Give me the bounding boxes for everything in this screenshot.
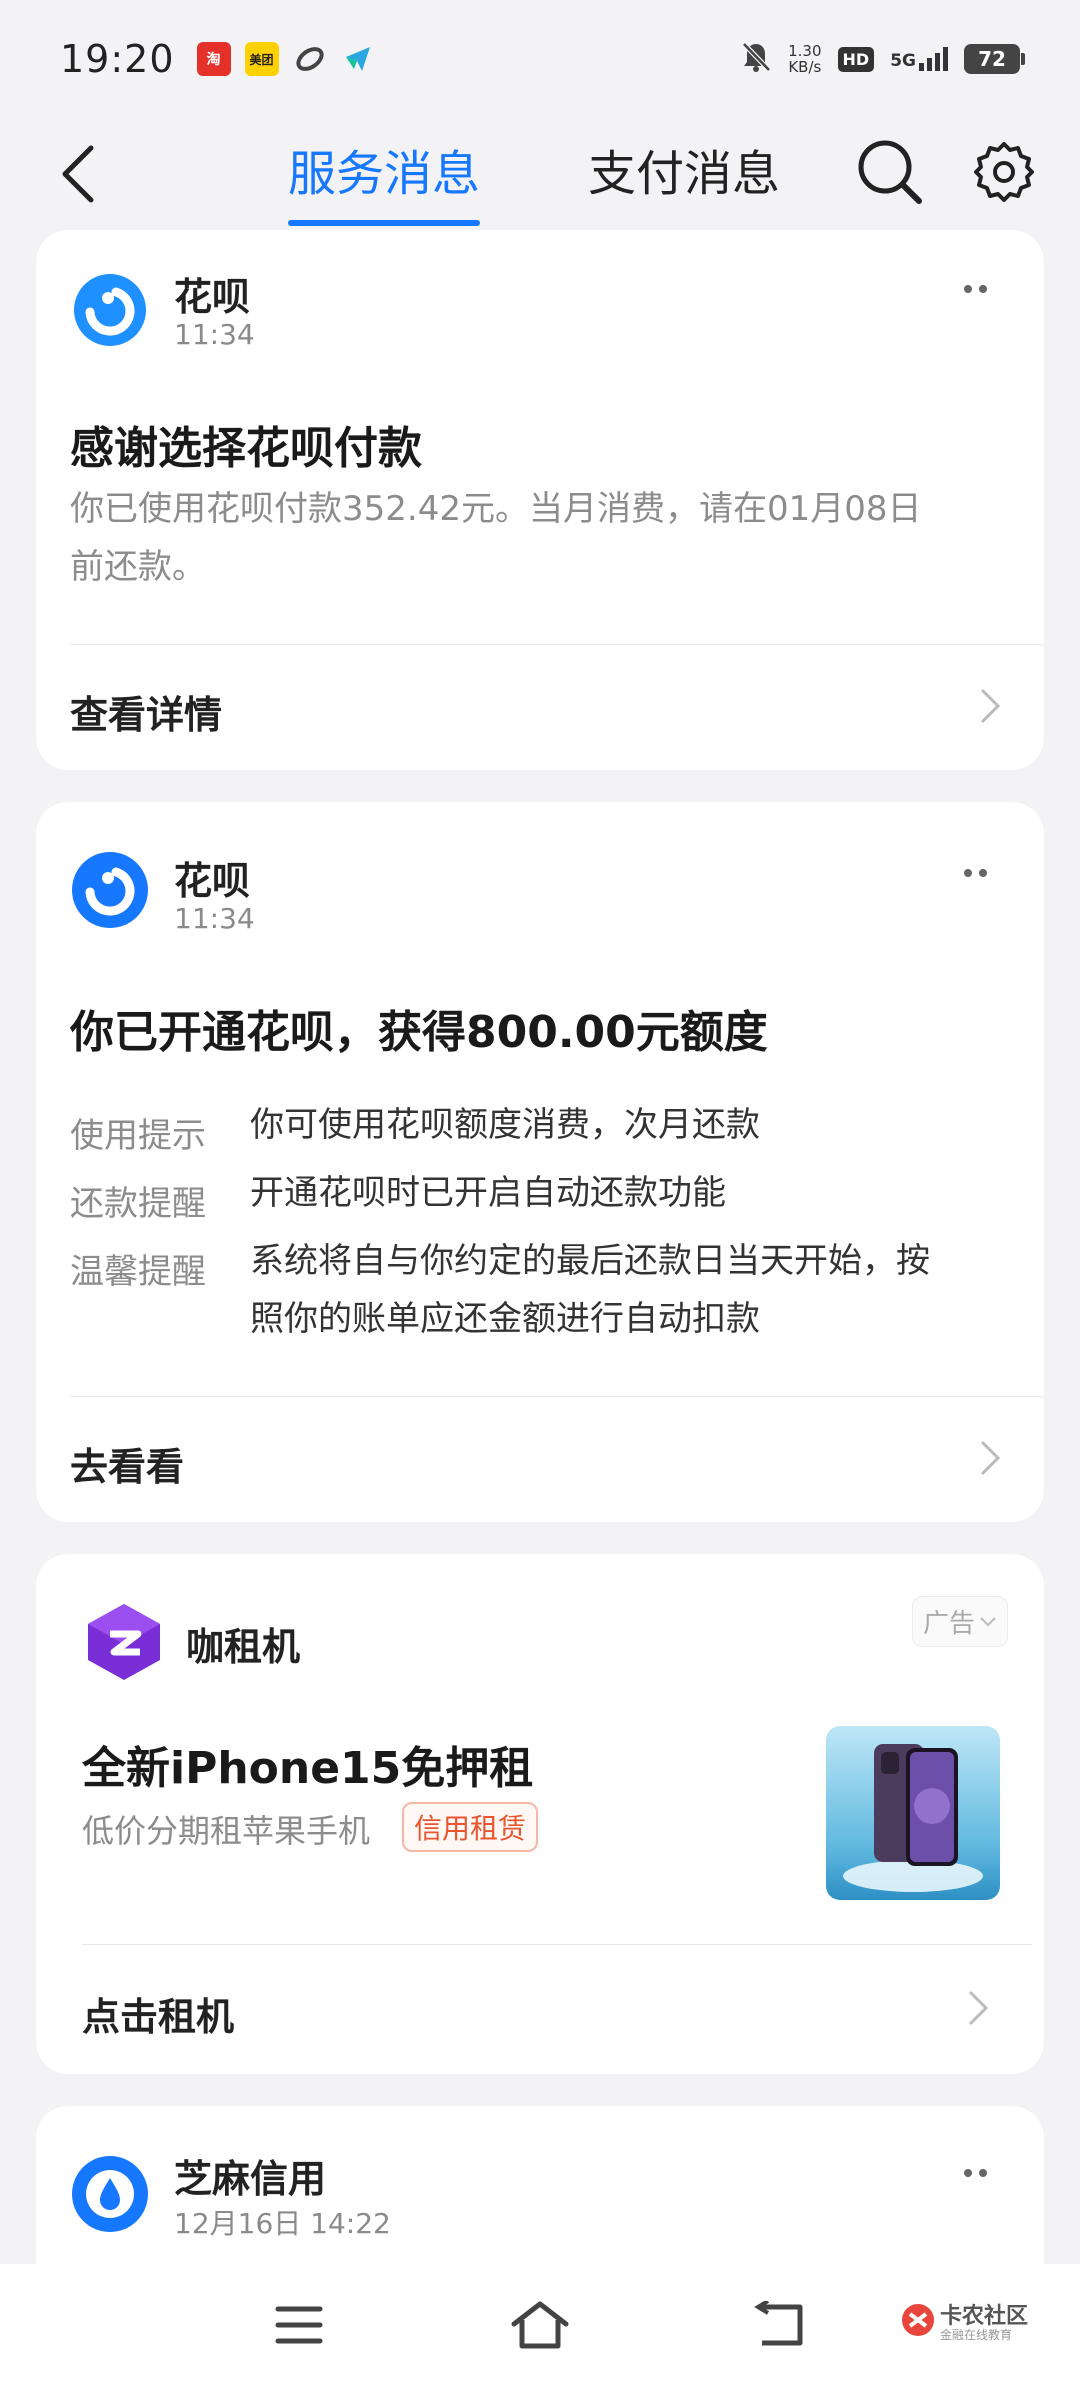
menu-button[interactable] (264, 2290, 334, 2360)
message-time: 12月16日 14:22 (174, 2207, 391, 2240)
hd-badge: HD (837, 46, 875, 72)
divider (70, 644, 1044, 645)
row-value-line: 系统将自与你约定的最后还款日当天开始，按 (250, 1241, 930, 1281)
sender-name: 咖租机 (186, 1625, 301, 1669)
huabei-avatar (70, 850, 150, 930)
net-speed: 1.30 KB/s (788, 43, 821, 75)
more-options-button[interactable] (950, 274, 1000, 304)
more-options-button[interactable] (950, 858, 1000, 888)
menu-icon (275, 2306, 323, 2344)
zhima-logo-icon (72, 2156, 148, 2232)
zhima-avatar (70, 2154, 150, 2234)
search-button[interactable] (850, 132, 930, 212)
divider (70, 1396, 1044, 1397)
message-card-huabei-payment[interactable]: 花呗 11:34 感谢选择花呗付款 你已使用花呗付款352.42元。当月消费，请… (36, 230, 1044, 770)
battery-level: 72 (978, 47, 1006, 71)
row-label-repay-reminder: 还款提醒 (70, 1184, 206, 1224)
home-icon (511, 2301, 569, 2349)
message-title: 感谢选择花呗付款 (70, 423, 422, 474)
row-value-repay-reminder: 开通花呗时已开启自动还款功能 (250, 1173, 726, 1213)
search-icon (858, 140, 922, 204)
watermark: 卡农社区 金融在线教育 (900, 2294, 1060, 2354)
row-label-usage-tip: 使用提示 (70, 1116, 206, 1156)
signal-icon: 5G (890, 47, 948, 71)
system-nav-bar: 卡农社区 金融在线教育 (0, 2264, 1080, 2388)
kanong-logo-icon (902, 2304, 934, 2336)
meituan-icon: 美团 (244, 42, 279, 76)
tab-label: 服务消息 (288, 146, 481, 202)
back-nav-button[interactable] (744, 2290, 814, 2360)
ad-subtitle: 低价分期租苹果手机 (82, 1812, 371, 1850)
home-button[interactable] (505, 2290, 575, 2360)
back-arrow-icon (62, 145, 94, 203)
row-value-warm-reminder: 系统将自与你约定的最后还款日当天开始，按 照你的账单应还金额进行自动扣款 (250, 1232, 1030, 1348)
chevron-right-icon (980, 688, 1001, 724)
body-line: 你已使用花呗付款352.42元。当月消费，请在01月08日 (70, 489, 922, 529)
settings-button[interactable] (964, 132, 1044, 212)
ad-card-kazuji[interactable]: 咖租机 广告 全新iPhone15免押租 低价分期租苹果手机 信用租赁 点击租机 (36, 1554, 1044, 2074)
mute-icon (740, 40, 772, 78)
sender-name: 花呗 (174, 275, 251, 319)
huabei-logo-icon (72, 852, 148, 928)
feishu-icon (341, 42, 375, 76)
ad-label-button[interactable]: 广告 (912, 1596, 1009, 1647)
sender-name: 花呗 (174, 859, 251, 903)
ad-title: 全新iPhone15免押租 (82, 1743, 534, 1794)
status-right: 1.30 KB/s HD 5G 72 (740, 40, 1025, 78)
go-see-link[interactable]: 去看看 (70, 1436, 184, 1491)
more-options-button[interactable] (950, 2158, 1000, 2188)
gear-icon (974, 142, 1034, 202)
sender-name: 芝麻信用 (174, 2157, 327, 2201)
message-title: 你已开通花呗，获得800.00元额度 (70, 1007, 768, 1058)
link-app-icon (293, 42, 327, 76)
tab-label: 支付消息 (588, 146, 781, 202)
row-value-usage-tip: 你可使用花呗额度消费，次月还款 (250, 1105, 760, 1145)
message-body: 你已使用花呗付款352.42元。当月消费，请在01月08日 前还款。 (70, 480, 1020, 596)
status-bar: 19:20 淘 美团 1.30 KB/s HD 5G 72 (0, 0, 1080, 118)
huabei-logo-icon (74, 274, 146, 346)
divider (82, 1944, 1032, 1945)
rent-now-link[interactable]: 点击租机 (82, 1986, 234, 2041)
back-button[interactable] (44, 134, 114, 214)
notification-icons: 淘 美团 (196, 42, 375, 76)
tab-service-messages[interactable]: 服务消息 (288, 124, 481, 226)
battery-icon: 72 (964, 44, 1025, 74)
huabei-avatar (70, 270, 150, 350)
message-time: 11:34 (174, 318, 255, 351)
message-card-huabei-opened[interactable]: 花呗 11:34 你已开通花呗，获得800.00元额度 使用提示 你可使用花呗额… (36, 802, 1044, 1522)
return-icon (754, 2301, 803, 2346)
watermark-subtitle: 金融在线教育 (940, 2328, 1013, 2342)
message-time: 11:34 (174, 902, 255, 935)
chevron-down-icon (980, 1616, 996, 1626)
tab-payment-messages[interactable]: 支付消息 (588, 124, 780, 214)
row-value-line: 照你的账单应还金额进行自动扣款 (250, 1299, 760, 1339)
body-line: 前还款。 (70, 547, 206, 587)
iphone-product-image[interactable] (826, 1726, 1000, 1900)
top-nav: 服务消息 支付消息 (0, 118, 1080, 230)
row-label-warm-reminder: 温馨提醒 (70, 1252, 206, 1292)
chevron-right-icon (980, 1440, 1001, 1476)
credit-lease-badge: 信用租赁 (402, 1802, 539, 1852)
kazuji-avatar (82, 1600, 166, 1684)
net-speed-unit: KB/s (788, 58, 822, 76)
taobao-icon: 淘 (196, 42, 231, 76)
network-type: 5G (890, 51, 916, 71)
tab-underline (288, 220, 481, 226)
kazuji-logo-icon (88, 1604, 160, 1680)
chevron-right-icon (968, 1990, 989, 2026)
status-time: 19:20 (60, 37, 175, 81)
view-details-link[interactable]: 查看详情 (70, 684, 222, 739)
ad-label: 广告 (923, 1609, 976, 1639)
